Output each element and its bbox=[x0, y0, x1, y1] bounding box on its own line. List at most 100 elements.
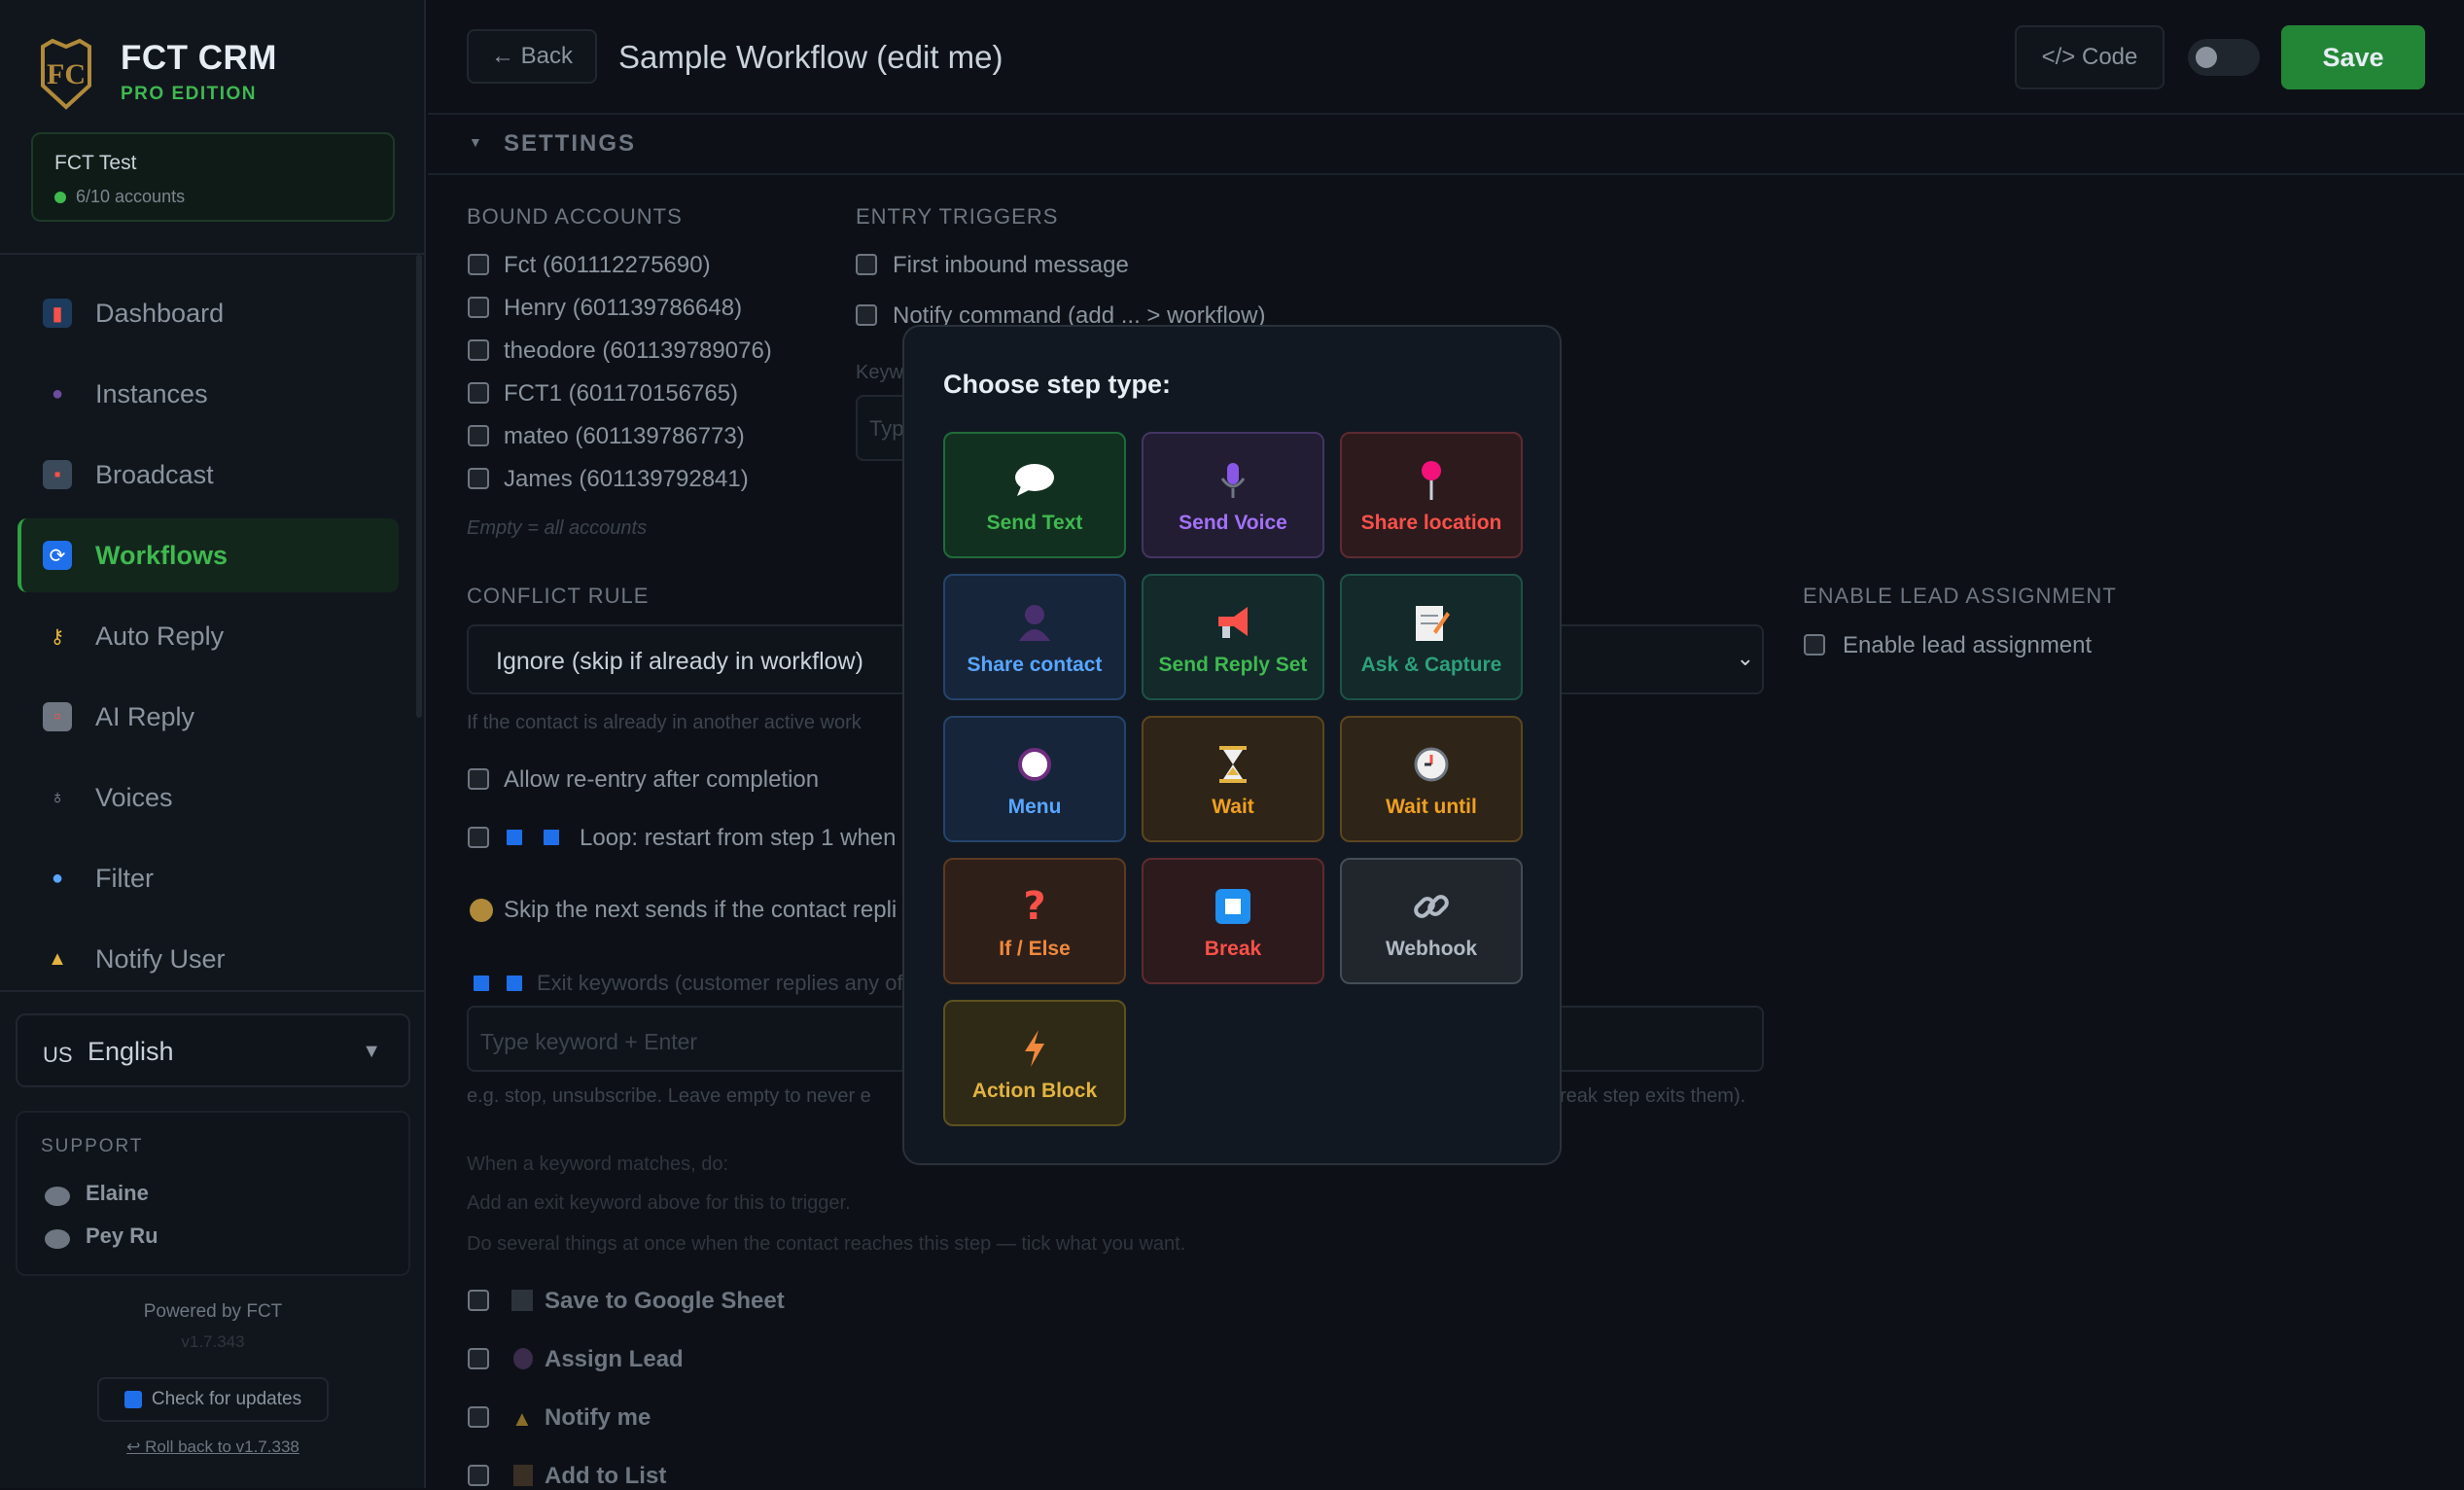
step-share-contact[interactable]: Share contact bbox=[943, 574, 1126, 700]
sidebar-scrollbar[interactable] bbox=[416, 255, 422, 718]
nav-label: Instances bbox=[95, 378, 208, 408]
clipboard-icon bbox=[513, 1465, 533, 1486]
action-checkbox[interactable] bbox=[468, 1290, 489, 1311]
nav-item-voices[interactable]: ♁ Voices bbox=[18, 761, 399, 834]
microphone-icon: ♁ bbox=[50, 786, 65, 808]
step-share-location[interactable]: Share location bbox=[1340, 432, 1523, 558]
loop-checkbox[interactable] bbox=[468, 827, 489, 848]
clock-icon bbox=[1414, 747, 1449, 782]
nav-item-filter[interactable]: ● Filter bbox=[18, 841, 399, 915]
account-switcher[interactable]: FCT Test 6/10 accounts bbox=[31, 132, 395, 222]
actions-hint: Do several things at once when the conta… bbox=[467, 1233, 1186, 1255]
conflict-rule-heading: CONFLICT RULE bbox=[467, 584, 650, 608]
online-status-icon bbox=[54, 192, 66, 203]
chevron-down-icon: ⌄ bbox=[1736, 646, 1754, 670]
tile-label: Menu bbox=[1007, 796, 1062, 818]
language-select[interactable]: US English ▼ bbox=[16, 1013, 410, 1087]
account-checkbox[interactable] bbox=[468, 254, 489, 275]
account-checkbox[interactable] bbox=[468, 425, 489, 446]
memo-icon bbox=[1416, 606, 1450, 641]
nav-item-instances[interactable]: ● Instances bbox=[18, 357, 399, 431]
rollback-link[interactable]: ↩ Roll back to v1.7.338 bbox=[0, 1437, 426, 1457]
account-label: FCT1 (601170156765) bbox=[504, 380, 739, 407]
nav-label: Workflows bbox=[95, 540, 229, 570]
action-label: Assign Lead bbox=[545, 1346, 684, 1372]
account-checkbox[interactable] bbox=[468, 297, 489, 318]
microphone-icon bbox=[1220, 463, 1246, 498]
tile-label: Webhook bbox=[1385, 938, 1478, 960]
tile-label: Wait bbox=[1212, 796, 1254, 818]
code-button[interactable]: </> Code bbox=[2015, 25, 2165, 89]
step-send-reply-set[interactable]: Send Reply Set bbox=[1142, 574, 1324, 700]
exit-keywords-checkbox[interactable] bbox=[471, 973, 492, 994]
action-label: Notify me bbox=[545, 1404, 651, 1431]
inbox-icon: ▪ bbox=[43, 460, 72, 489]
modal-title: Choose step type: bbox=[943, 370, 1172, 399]
workflow-title[interactable]: Sample Workflow (edit me) bbox=[618, 39, 1003, 76]
step-action-block[interactable]: Action Block bbox=[943, 1000, 1126, 1126]
accounts-hint: Empty = all accounts bbox=[467, 517, 648, 539]
step-webhook[interactable]: Webhook bbox=[1340, 858, 1523, 984]
input-placeholder: Type keyword + Enter bbox=[480, 1029, 698, 1054]
emoji-icon bbox=[470, 899, 493, 922]
stop-icon bbox=[504, 973, 525, 994]
nav-item-dashboard[interactable]: ▮ Dashboard bbox=[18, 276, 399, 350]
person-icon bbox=[513, 1348, 533, 1369]
account-checkbox[interactable] bbox=[468, 382, 489, 404]
brand-name: FCT CRM bbox=[121, 39, 277, 77]
loop-label: Loop: restart from step 1 when bbox=[580, 825, 897, 851]
step-break[interactable]: Break bbox=[1142, 858, 1324, 984]
step-wait[interactable]: Wait bbox=[1142, 716, 1324, 842]
action-label: Save to Google Sheet bbox=[545, 1288, 785, 1314]
keyword-hint-right: reak step exits them). bbox=[1560, 1085, 1746, 1107]
action-checkbox[interactable] bbox=[468, 1406, 489, 1428]
question-icon: ? bbox=[1023, 884, 1046, 929]
keyword-hint-left: e.g. stop, unsubscribe. Leave empty to n… bbox=[467, 1085, 871, 1107]
action-checkbox[interactable] bbox=[468, 1348, 489, 1369]
nav-item-auto-reply[interactable]: ⚷ Auto Reply bbox=[18, 599, 399, 673]
check-updates-button[interactable]: Check for updates bbox=[97, 1377, 329, 1422]
refresh-icon: ⟳ bbox=[43, 541, 72, 570]
step-send-text[interactable]: Send Text bbox=[943, 432, 1126, 558]
bell-icon: ▲ bbox=[511, 1406, 533, 1431]
loop-icon bbox=[504, 827, 525, 848]
lightning-icon bbox=[1025, 1030, 1044, 1067]
trigger-checkbox[interactable] bbox=[856, 254, 877, 275]
check-updates-label: Check for updates bbox=[151, 1389, 302, 1409]
action-checkbox[interactable] bbox=[468, 1465, 489, 1486]
step-ask-capture[interactable]: Ask & Capture bbox=[1340, 574, 1523, 700]
nav-item-workflows[interactable]: ⟳ Workflows bbox=[18, 518, 399, 592]
tile-label: Ask & Capture bbox=[1360, 654, 1502, 676]
megaphone-icon bbox=[1218, 607, 1248, 638]
support-contact-elaine[interactable]: Elaine bbox=[86, 1181, 149, 1206]
step-if-else[interactable]: ? If / Else bbox=[943, 858, 1126, 984]
support-panel: SUPPORT Elaine Pey Ru bbox=[16, 1111, 410, 1276]
hourglass-icon bbox=[1219, 746, 1247, 783]
tile-label: Send Reply Set bbox=[1158, 654, 1308, 676]
tile-label: Share location bbox=[1360, 512, 1502, 534]
nav-label: Broadcast bbox=[95, 459, 214, 489]
nav-label: AI Reply bbox=[95, 701, 195, 731]
input-placeholder: Typ bbox=[869, 416, 904, 441]
reentry-checkbox[interactable] bbox=[468, 768, 489, 790]
settings-header[interactable]: ▼ SETTINGS bbox=[428, 115, 2464, 175]
trigger-checkbox[interactable] bbox=[856, 304, 877, 326]
nav-item-ai-reply[interactable]: ▫ AI Reply bbox=[18, 680, 399, 754]
mode-toggle[interactable] bbox=[2188, 39, 2260, 76]
account-checkbox[interactable] bbox=[468, 468, 489, 489]
divider bbox=[0, 253, 424, 255]
support-contact-pey-ru[interactable]: Pey Ru bbox=[86, 1224, 158, 1249]
back-button[interactable]: ← Back bbox=[467, 29, 597, 84]
support-heading: SUPPORT bbox=[41, 1136, 144, 1156]
tile-label: Break bbox=[1204, 938, 1262, 960]
chevron-down-icon: ▼ bbox=[362, 1041, 381, 1062]
account-checkbox[interactable] bbox=[468, 339, 489, 361]
step-send-voice[interactable]: Send Voice bbox=[1142, 432, 1324, 558]
nav-item-notify-user[interactable]: ▲ Notify User bbox=[18, 922, 399, 996]
nav-item-broadcast[interactable]: ▪ Broadcast bbox=[18, 438, 399, 512]
tile-label: Send Voice bbox=[1179, 512, 1287, 534]
lead-assignment-checkbox[interactable] bbox=[1804, 634, 1825, 656]
step-wait-until[interactable]: Wait until bbox=[1340, 716, 1523, 842]
step-menu[interactable]: Menu bbox=[943, 716, 1126, 842]
save-button[interactable]: Save bbox=[2281, 25, 2425, 89]
